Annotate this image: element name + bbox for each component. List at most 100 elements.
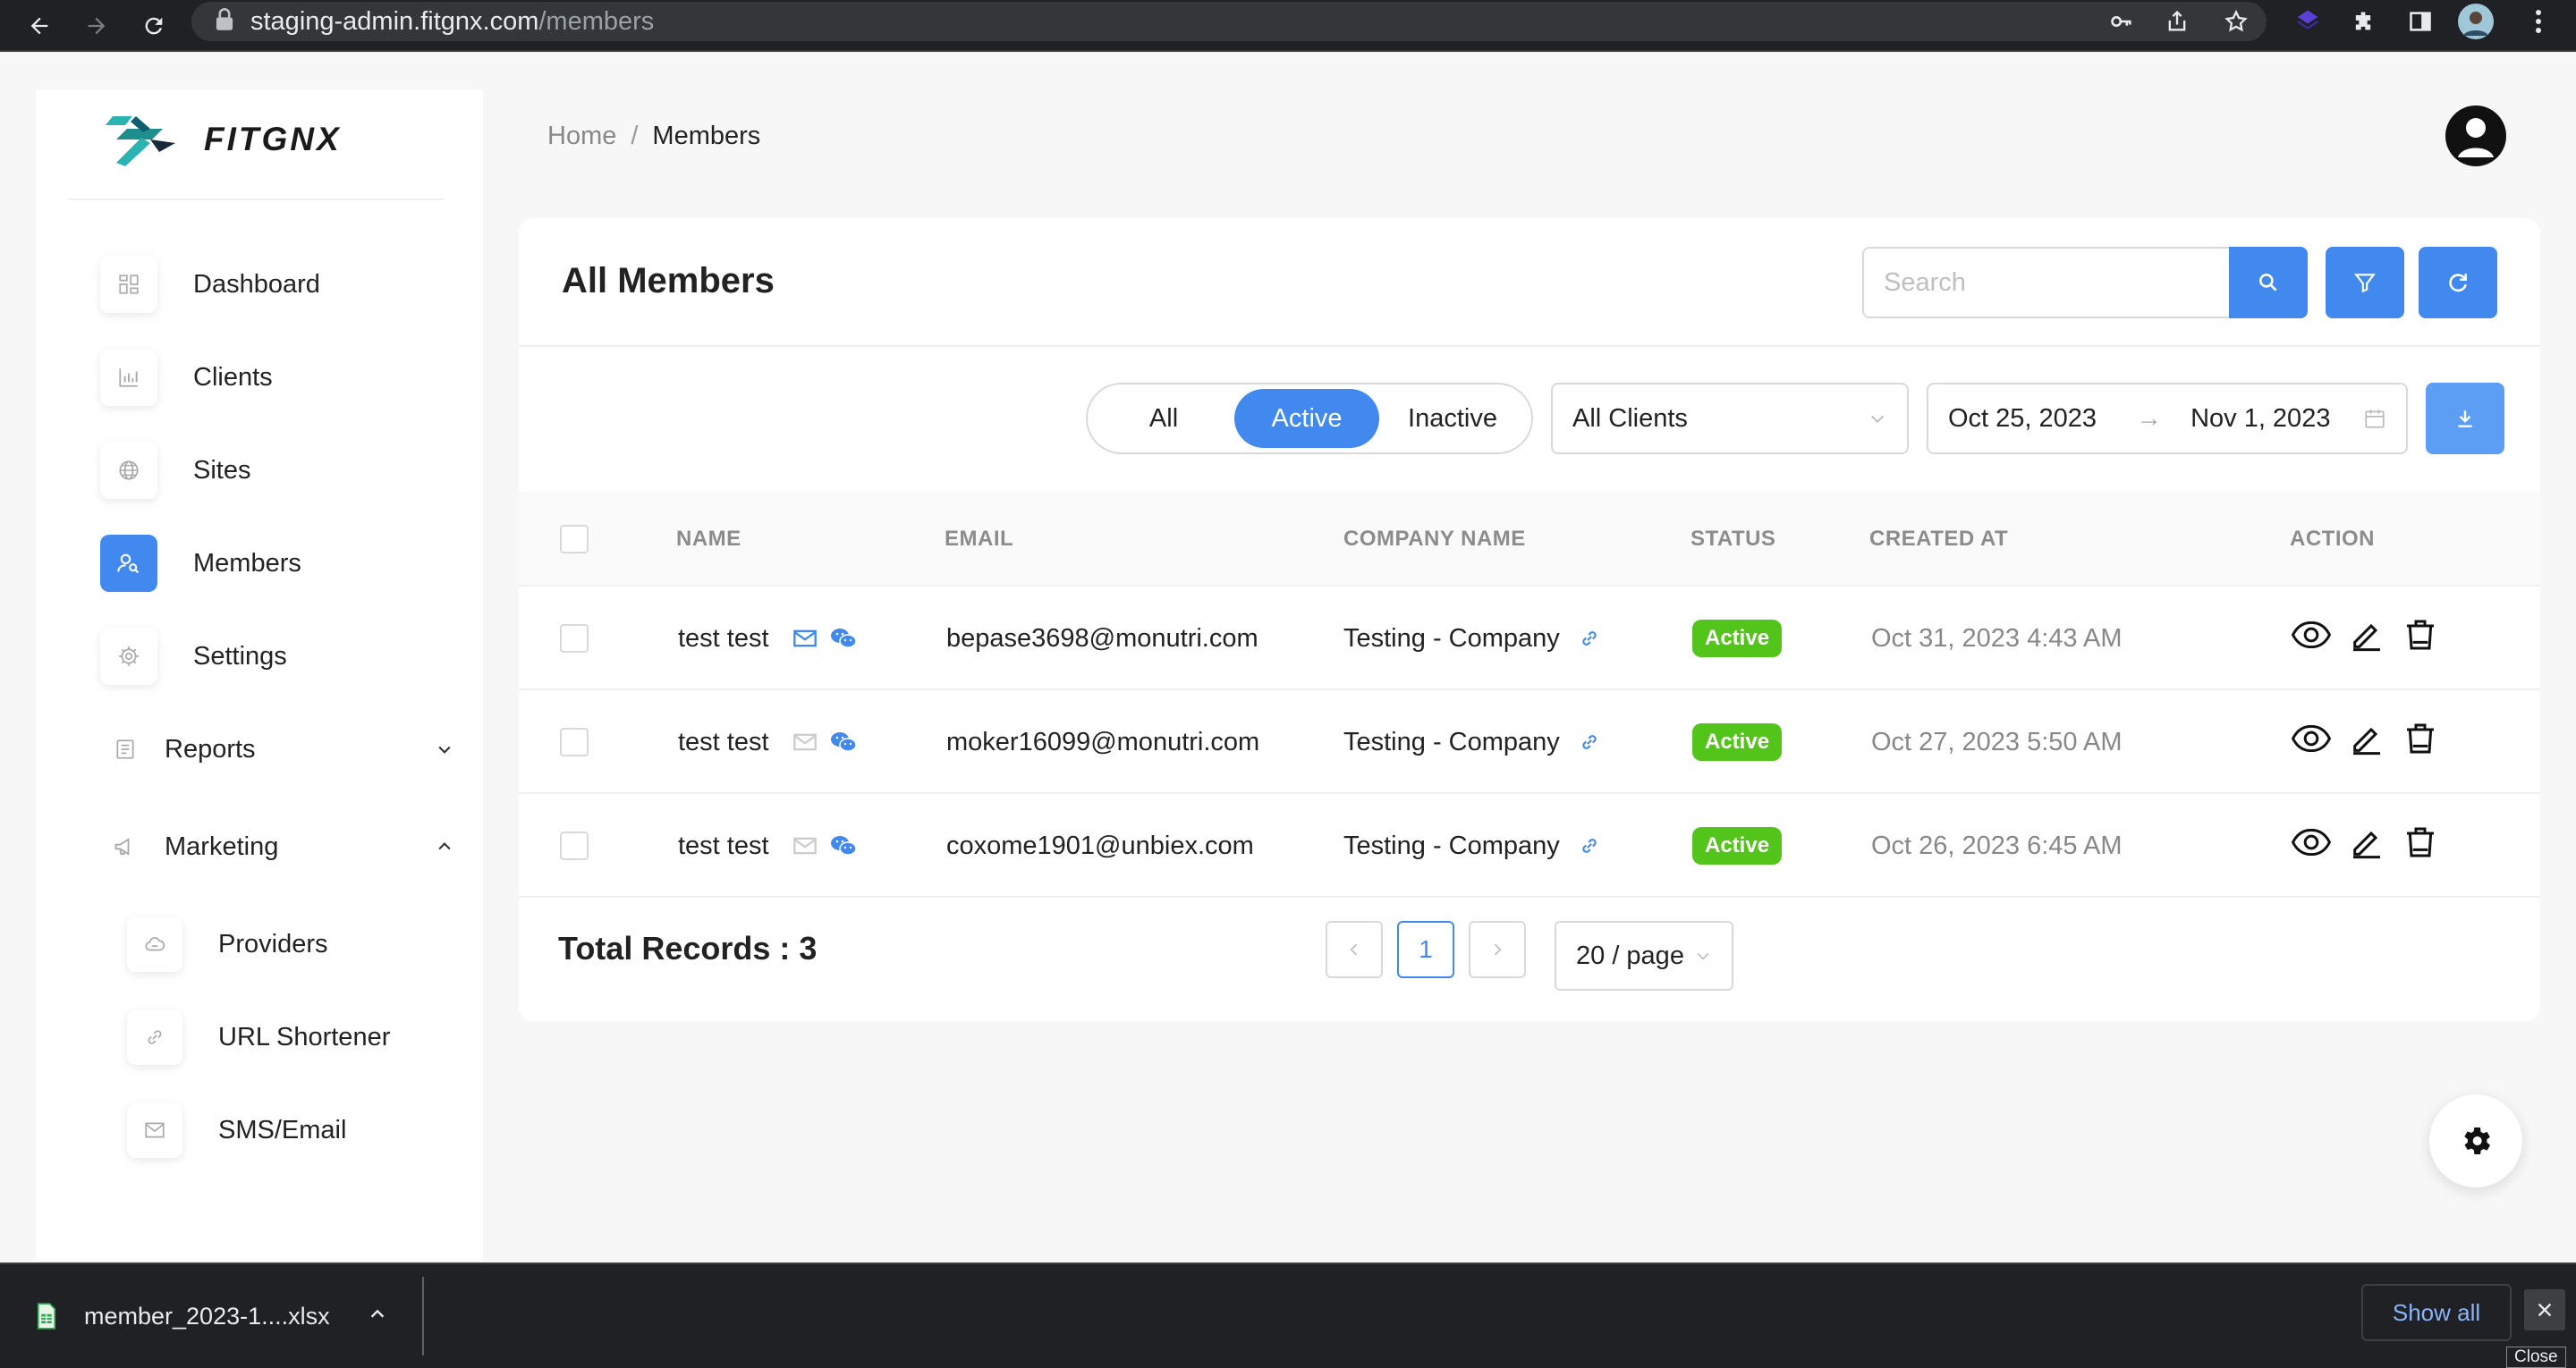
sidebar-item-dashboard[interactable]: Dashboard — [100, 254, 320, 315]
breadcrumb-current: Members — [652, 122, 761, 150]
chevron-up-icon[interactable] — [368, 1305, 387, 1329]
search-button[interactable] — [2229, 247, 2308, 318]
profile-avatar-icon[interactable] — [2458, 4, 2494, 39]
date-from[interactable]: Oct 25, 2023 — [1948, 404, 2097, 434]
client-select[interactable]: All Clients — [1551, 383, 1909, 454]
refresh-button[interactable] — [2419, 247, 2497, 318]
column-header-status[interactable]: STATUS — [1690, 492, 1775, 587]
close-tooltip: Close — [2506, 1347, 2566, 1368]
sidebar-item-label: URL Shortener — [218, 1022, 391, 1051]
extension-app-icon[interactable] — [2290, 4, 2326, 39]
link-icon[interactable] — [1578, 794, 1601, 898]
user-avatar-icon[interactable] — [2445, 106, 2506, 166]
row-checkbox[interactable] — [560, 728, 589, 756]
link-icon — [127, 1009, 182, 1065]
search-input[interactable] — [1862, 247, 2230, 318]
column-header-created-at[interactable]: CREATED AT — [1869, 492, 2008, 587]
next-page-button[interactable] — [1469, 921, 1526, 978]
select-all-checkbox[interactable] — [560, 525, 589, 553]
gear-icon — [2464, 1127, 2490, 1154]
sidebar-item-url-shortener[interactable]: URL Shortener — [127, 1007, 390, 1068]
floating-settings-button[interactable] — [2429, 1094, 2522, 1187]
email-unverified-icon[interactable] — [792, 794, 818, 898]
puzzle-icon[interactable] — [2345, 4, 2381, 39]
download-button[interactable] — [2426, 383, 2504, 454]
members-card: All Members All Active Inactive All Clie… — [519, 218, 2540, 1021]
wechat-icon[interactable] — [830, 690, 857, 794]
table-row[interactable]: test test bepase3698@monutri.com Testing… — [519, 587, 2540, 690]
email-unverified-icon[interactable] — [792, 690, 818, 794]
address-bar[interactable]: staging-admin.fitgnx.com/members — [191, 2, 2267, 41]
filter-button[interactable] — [2326, 247, 2404, 318]
select-all-cell — [560, 492, 589, 587]
sidebar-item-providers[interactable]: Providers — [127, 914, 328, 975]
view-eye-icon[interactable] — [2291, 724, 2332, 759]
table-row[interactable]: test test moker16099@monutri.com Testing… — [519, 690, 2540, 794]
sidebar-item-label: Members — [193, 548, 301, 578]
breadcrumb-home[interactable]: Home — [547, 122, 616, 151]
column-header-name[interactable]: NAME — [676, 492, 741, 587]
share-icon[interactable] — [2159, 4, 2195, 39]
chevron-up-icon[interactable] — [431, 833, 458, 860]
link-icon[interactable] — [1578, 587, 1601, 690]
sidebar-item-sms-email[interactable]: SMS/Email — [127, 1100, 346, 1161]
fitgnx-logo-icon — [106, 116, 175, 166]
sidebar-group-reports[interactable]: Reports — [100, 722, 458, 776]
view-eye-icon[interactable] — [2291, 621, 2332, 655]
close-icon[interactable] — [2524, 1289, 2565, 1330]
date-range-picker[interactable]: Oct 25, 2023 → Nov 1, 2023 — [1927, 383, 2408, 454]
table-row[interactable]: test test coxome1901@unbiex.com Testing … — [519, 794, 2540, 898]
row-checkbox[interactable] — [560, 624, 589, 653]
tab-all[interactable]: All — [1093, 389, 1234, 448]
show-all-button[interactable]: Show all — [2361, 1284, 2512, 1341]
page-size-select[interactable]: 20 / page — [1555, 921, 1733, 991]
view-eye-icon[interactable] — [2291, 828, 2332, 863]
forward-icon[interactable] — [79, 8, 114, 44]
sidebar-item-settings[interactable]: Settings — [100, 626, 287, 687]
back-icon[interactable] — [21, 8, 57, 44]
download-item[interactable]: member_2023-1....xlsx — [36, 1264, 387, 1368]
more-vert-icon[interactable] — [2521, 4, 2556, 39]
key-icon[interactable] — [2104, 4, 2140, 39]
column-header-company[interactable]: COMPANY NAME — [1343, 492, 1526, 587]
company-cell: Testing - Company — [1343, 623, 1560, 653]
tab-active[interactable]: Active — [1234, 389, 1380, 448]
email-verified-icon[interactable] — [792, 587, 818, 690]
sidebar-group-marketing[interactable]: Marketing — [100, 820, 458, 874]
row-checkbox-cell — [560, 587, 589, 690]
tab-inactive[interactable]: Inactive — [1379, 389, 1526, 448]
cloud-icon — [127, 916, 182, 972]
row-checkbox[interactable] — [560, 832, 589, 860]
wechat-icon[interactable] — [830, 587, 857, 690]
delete-trash-icon[interactable] — [2402, 617, 2438, 660]
side-panel-icon[interactable] — [2402, 4, 2438, 39]
action-cell — [2291, 794, 2438, 898]
company-cell: Testing - Company — [1343, 831, 1560, 860]
sidebar-item-clients[interactable]: Clients — [100, 347, 273, 408]
date-to[interactable]: Nov 1, 2023 — [2190, 404, 2330, 434]
reload-icon[interactable] — [136, 8, 172, 44]
sidebar-item-label: SMS/Email — [218, 1115, 347, 1144]
sidebar-item-sites[interactable]: Sites — [100, 440, 250, 501]
url-host: staging-admin.fitgnx.com — [250, 6, 539, 36]
edit-pencil-icon[interactable] — [2349, 824, 2385, 867]
refresh-icon — [2449, 274, 2467, 292]
column-header-action: ACTION — [2290, 527, 2375, 551]
column-header-email[interactable]: EMAIL — [945, 492, 1013, 587]
page-number-button[interactable]: 1 — [1397, 921, 1454, 978]
bookmark-star-icon[interactable] — [2218, 4, 2254, 39]
edit-pencil-icon[interactable] — [2349, 721, 2385, 764]
mail-icon — [127, 1102, 182, 1158]
wechat-icon[interactable] — [830, 794, 857, 898]
email-cell: bepase3698@monutri.com — [946, 623, 1258, 653]
link-icon[interactable] — [1578, 690, 1601, 794]
prev-page-button[interactable] — [1326, 921, 1383, 978]
logo-text: FITGNX — [204, 121, 342, 157]
edit-pencil-icon[interactable] — [2349, 617, 2385, 660]
logo[interactable]: FITGNX — [100, 113, 342, 166]
sidebar-item-label: Clients — [193, 362, 273, 392]
sidebar-item-members[interactable]: Members — [100, 533, 301, 594]
delete-trash-icon[interactable] — [2402, 824, 2438, 867]
chevron-down-icon[interactable] — [431, 736, 458, 763]
delete-trash-icon[interactable] — [2402, 721, 2438, 764]
